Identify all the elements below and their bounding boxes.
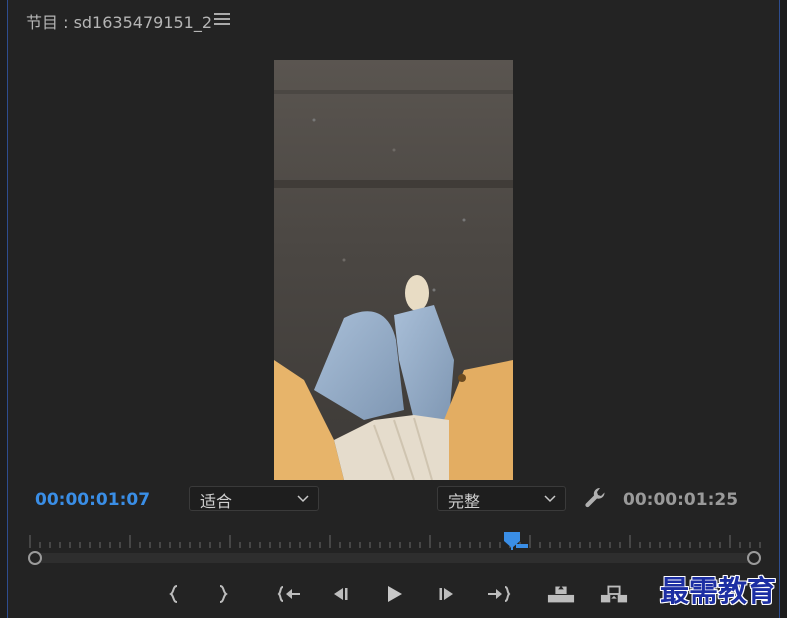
zoom-scrollbar-left-handle[interactable] [28, 551, 42, 565]
video-preview[interactable] [274, 60, 513, 480]
step-forward-button[interactable] [433, 580, 461, 608]
lift-button[interactable] [547, 580, 575, 608]
playhead[interactable] [504, 532, 528, 550]
step-forward-icon [439, 588, 453, 600]
extract-icon [600, 585, 628, 603]
watermark-logo: 最需教育 [660, 574, 777, 608]
panel-title[interactable]: 节目 : sd1635479151_2 [26, 9, 212, 33]
time-ruler[interactable] [26, 532, 762, 550]
play-icon [388, 586, 402, 602]
mark-out-icon [219, 585, 228, 603]
mark-in-button[interactable] [161, 580, 189, 608]
program-monitor-panel: 节目 : sd1635479151_2 00:00:01:07 适合 完整 00… [7, 0, 780, 618]
time-ruler-ticks [29, 532, 761, 550]
current-timecode[interactable]: 00:00:01:07 [35, 490, 150, 510]
step-back-icon [334, 588, 348, 600]
go-to-in-icon [277, 586, 300, 602]
zoom-scrollbar[interactable] [28, 550, 761, 566]
chevron-down-icon [544, 495, 556, 503]
mark-out-button[interactable] [208, 580, 236, 608]
mark-in-icon [169, 585, 178, 603]
playback-resolution-value: 完整 [448, 492, 481, 511]
wrench-icon[interactable] [583, 485, 609, 511]
go-to-in-button[interactable] [276, 580, 304, 608]
go-to-out-button[interactable] [484, 580, 512, 608]
zoom-level-select[interactable]: 适合 [189, 486, 319, 511]
lift-icon [547, 585, 575, 603]
duration-timecode: 00:00:01:25 [623, 490, 739, 510]
video-frame-image [274, 60, 513, 480]
playback-resolution-select[interactable]: 完整 [437, 486, 566, 511]
extract-button[interactable] [600, 580, 628, 608]
panel-title-bar: 节目 : sd1635479151_2 [8, 0, 781, 38]
zoom-level-value: 适合 [200, 492, 233, 511]
play-button[interactable] [380, 580, 408, 608]
step-back-button[interactable] [326, 580, 354, 608]
zoom-scrollbar-right-handle[interactable] [747, 551, 761, 565]
zoom-scrollbar-track[interactable] [36, 553, 754, 563]
go-to-out-icon [488, 586, 511, 602]
hamburger-menu-icon[interactable] [214, 10, 230, 28]
chevron-down-icon [297, 495, 309, 503]
